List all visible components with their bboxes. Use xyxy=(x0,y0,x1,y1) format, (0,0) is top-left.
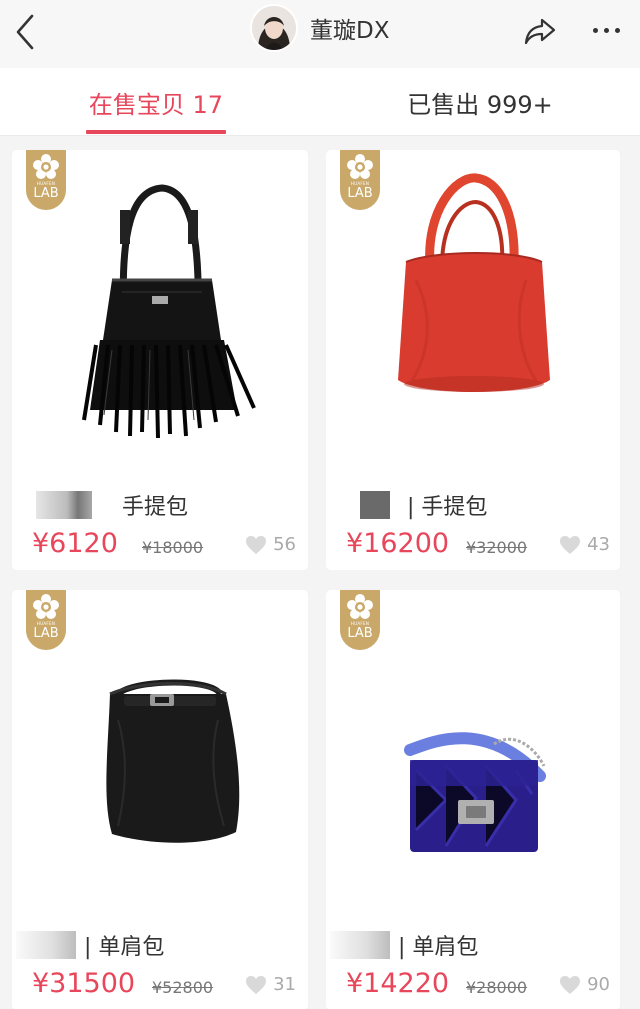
like-button[interactable]: 43 xyxy=(559,534,610,555)
chevron-left-icon xyxy=(16,14,34,50)
share-icon xyxy=(524,18,556,45)
product-price: ¥16200 xyxy=(346,528,450,559)
product-title-row: | 手提包 xyxy=(356,490,487,520)
shop-name: 董璇DX xyxy=(310,18,390,44)
product-card[interactable]: HUAFEN LAB | 单肩包 ¥31500 ¥52800 31 xyxy=(12,590,308,1009)
product-title-row: | 单肩包 xyxy=(16,930,164,960)
price-row: ¥6120 ¥18000 56 xyxy=(32,528,296,562)
product-title: 手提包 xyxy=(122,495,189,520)
tab-on-sale[interactable]: 在售宝贝 17 xyxy=(0,68,312,136)
product-image-black-bucket-bag xyxy=(106,679,240,843)
tab-bar: 在售宝贝 17 已售出 999+ xyxy=(0,68,640,136)
original-price: ¥28000 xyxy=(466,978,528,997)
shop-profile[interactable]: 董璇DX xyxy=(250,0,389,56)
product-image-black-fringe-bag xyxy=(82,184,256,439)
product-card[interactable]: HUAFEN LAB | 单肩包 ¥14220 ¥28000 90 xyxy=(326,590,620,1009)
product-price: ¥6120 xyxy=(32,528,118,559)
price-row: ¥14220 ¥28000 90 xyxy=(346,968,610,1002)
heart-icon xyxy=(246,975,267,994)
like-count: 43 xyxy=(587,534,610,555)
product-image-blue-velvet-bag xyxy=(404,732,546,852)
like-button[interactable]: 56 xyxy=(245,534,296,555)
original-price: ¥18000 xyxy=(142,538,204,557)
like-count: 56 xyxy=(273,534,296,555)
like-button[interactable]: 31 xyxy=(245,974,296,995)
product-title: | 单肩包 xyxy=(84,935,165,960)
original-price: ¥52800 xyxy=(152,978,214,997)
like-count: 90 xyxy=(587,974,610,995)
price-row: ¥31500 ¥52800 31 xyxy=(32,968,296,1002)
blurred-brand xyxy=(360,491,390,519)
price-row: ¥16200 ¥32000 43 xyxy=(346,528,610,562)
heart-icon xyxy=(560,535,581,554)
original-price: ¥32000 xyxy=(466,538,528,557)
product-price: ¥14220 xyxy=(346,968,450,999)
blurred-brand xyxy=(36,491,92,519)
top-nav-bar: 董璇DX xyxy=(0,0,640,68)
share-button[interactable] xyxy=(520,12,560,48)
heart-icon xyxy=(560,975,581,994)
back-button[interactable] xyxy=(8,10,44,50)
product-price: ¥31500 xyxy=(32,968,136,999)
more-dots-icon xyxy=(592,27,598,33)
product-title-row: 手提包 xyxy=(36,490,188,520)
blurred-brand xyxy=(330,931,390,959)
more-options-button[interactable] xyxy=(584,16,628,44)
product-title: | 单肩包 xyxy=(398,935,479,960)
avatar[interactable] xyxy=(250,4,298,52)
heart-icon xyxy=(246,535,267,554)
blurred-brand xyxy=(16,931,76,959)
like-count: 31 xyxy=(273,974,296,995)
product-card[interactable]: HUAFEN LAB 手提包 ¥6120 ¥18000 56 xyxy=(12,150,308,570)
like-button[interactable]: 90 xyxy=(559,974,610,995)
active-tab-indicator xyxy=(86,130,226,134)
tab-sold[interactable]: 已售出 999+ xyxy=(330,68,630,136)
product-title: | 手提包 xyxy=(400,495,488,520)
product-image-red-tote xyxy=(398,173,550,392)
product-card[interactable]: HUAFEN LAB | 手提包 ¥16200 ¥32000 43 xyxy=(326,150,620,570)
product-title-row: | 单肩包 xyxy=(330,930,478,960)
